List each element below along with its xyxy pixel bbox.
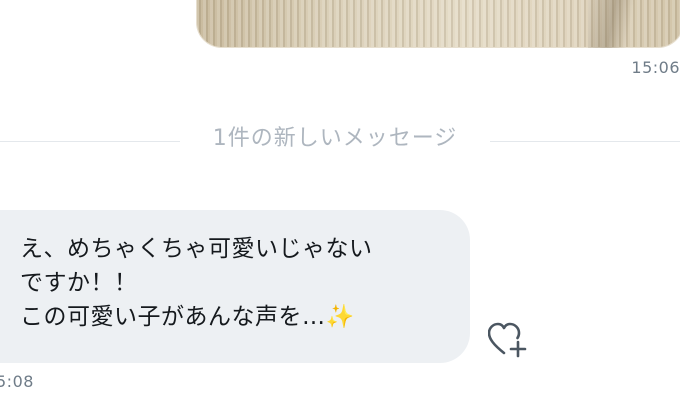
message-line-2: ですか！！ [20, 270, 138, 296]
outgoing-timestamp: 15:06 [631, 58, 680, 77]
message-line-1: え、めちゃくちゃ可愛いじゃない [20, 236, 373, 262]
divider-line-left [0, 141, 180, 142]
heart-plus-icon[interactable] [487, 322, 528, 358]
sparkles-emoji: ✨ [325, 304, 355, 330]
divider-line-right [490, 141, 680, 142]
message-line-3-text: この可愛い子があんな声を… [20, 304, 326, 330]
incoming-timestamp: 5:08 [0, 372, 34, 391]
message-line-3: この可愛い子があんな声を…✨ [20, 300, 470, 334]
photo-fold-shadow [588, 0, 648, 48]
outgoing-image-message[interactable] [196, 0, 680, 48]
incoming-message-bubble[interactable]: え、めちゃくちゃ可愛いじゃない ですか！！ この可愛い子があんな声を…✨ [0, 210, 470, 363]
new-messages-divider: 1件の新しいメッセージ [212, 126, 458, 151]
